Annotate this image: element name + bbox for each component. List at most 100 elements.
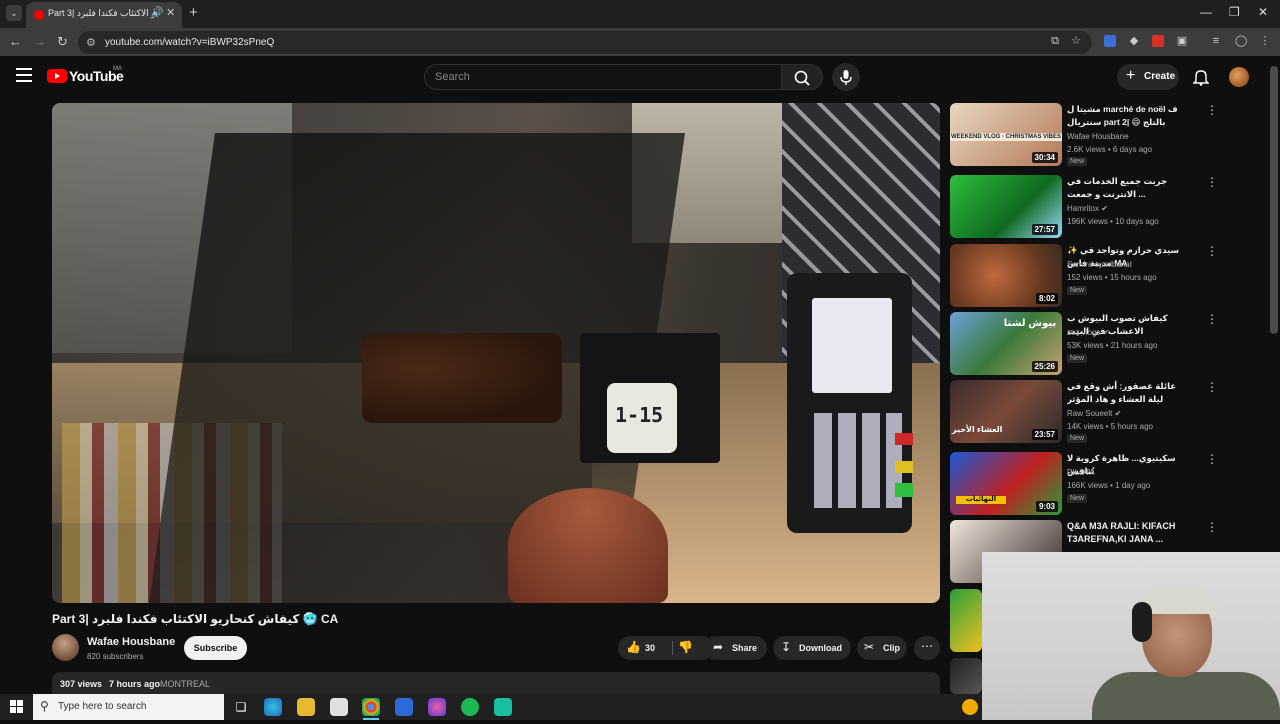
recommended-title[interactable]: جربت جميع الخدمات في الانترنت و جمعت ... — [1067, 175, 1193, 201]
video-thumbnail[interactable]: العشاء الأخير 23:57 — [950, 380, 1062, 443]
new-badge: New — [1067, 494, 1088, 503]
subscribe-button[interactable]: Subscribe — [184, 636, 247, 660]
thumbnail-banner: WEEKEND VLOG · CHRISTMAS VIBES — [950, 133, 1062, 141]
recommended-video[interactable]: العشاء الأخير 23:57 عائلة عصفور: أش وقع … — [950, 380, 1225, 446]
thumbs-down-icon[interactable]: 👎 — [678, 640, 693, 654]
translate-extension-icon[interactable] — [1104, 35, 1116, 47]
create-button[interactable]: + Create — [1117, 64, 1179, 90]
recommended-channel[interactable]: zoz vlogs ✔ — [1067, 328, 1109, 337]
microsoft-store-icon[interactable] — [330, 698, 348, 716]
browser-tab-active[interactable]: Part 3| كيفاش كنحاريو الاكتئاب فكندا فلب… — [26, 2, 182, 28]
more-vertical-icon[interactable]: ⋮ — [1206, 453, 1218, 465]
more-vertical-icon[interactable]: ⋮ — [1206, 313, 1218, 325]
video-thumbnail[interactable]: WEEKEND VLOG · CHRISTMAS VIBES 30:34 — [950, 103, 1062, 166]
taskbar-search-box[interactable]: ⚲ Type here to search — [33, 694, 224, 720]
thumbnail-banner: النهائيات — [956, 496, 1006, 504]
tab-close-icon[interactable]: ✕ — [166, 6, 175, 19]
minimize-window-button[interactable]: — — [1200, 5, 1212, 19]
messenger-icon[interactable] — [428, 698, 446, 716]
extension-red-icon[interactable] — [1152, 35, 1164, 47]
channel-avatar[interactable] — [52, 634, 79, 661]
reload-icon[interactable]: ↻ — [57, 34, 68, 50]
account-avatar[interactable] — [1229, 67, 1249, 87]
recommended-video[interactable]: 27:57 جربت جميع الخدمات في الانترنت و جم… — [950, 175, 1225, 241]
download-icon: ↧ — [781, 640, 792, 654]
recommended-video[interactable] — [950, 589, 982, 655]
video-duration: 25:26 — [1031, 361, 1058, 372]
recommended-channel[interactable]: Hamritox ✔ — [1067, 204, 1108, 213]
youtube-logo-icon[interactable] — [47, 69, 67, 83]
more-vertical-icon[interactable]: ⋮ — [1206, 381, 1218, 393]
notifications-bell-icon[interactable] — [1192, 68, 1210, 91]
video-thumbnail[interactable] — [950, 589, 982, 652]
video-thumbnail[interactable]: بيوش لشتا 25:26 — [950, 312, 1062, 375]
recommended-channel[interactable]: Samira oumlbanat — [1067, 260, 1132, 269]
browser-menu-icon[interactable]: ⋮ — [1259, 35, 1271, 47]
url-text[interactable]: youtube.com/watch?v=iBWP32sPneQ — [105, 37, 274, 48]
windows-start-icon[interactable] — [10, 700, 24, 714]
recommended-channel[interactable]: Wafae Housbane — [1067, 132, 1129, 141]
recommended-video[interactable]: 8:02 ✨ سيدي حرازم وتواجد في مدينة فاس MA… — [950, 244, 1225, 310]
bookmark-star-icon[interactable]: ☆ — [1070, 35, 1082, 47]
tab-audio-icon[interactable]: 🔊 — [151, 7, 163, 18]
webcam-overlay — [982, 552, 1280, 720]
spotify-icon[interactable] — [461, 698, 479, 716]
search-input[interactable] — [435, 69, 765, 85]
forward-arrow-icon[interactable]: → — [33, 34, 46, 49]
recommended-title[interactable]: مشيتا ل marché de noël ف سنتريال part 2|… — [1067, 103, 1193, 129]
more-actions-button[interactable]: ⋯ — [914, 636, 940, 660]
recommended-video[interactable]: WEEKEND VLOG · CHRISTMAS VIBES 30:34 مشي… — [950, 103, 1225, 169]
video-thumbnail[interactable]: 8:02 — [950, 244, 1062, 307]
more-vertical-icon[interactable]: ⋮ — [1206, 245, 1218, 257]
recommended-title[interactable]: عائلة عصفور: أش وقع في ليلة العشاء و هاد… — [1067, 380, 1193, 407]
recommended-video[interactable]: النهائيات 9:03 سكيتيوي... ظاهرة كروية لا… — [950, 452, 1225, 518]
close-window-button[interactable]: ✕ — [1258, 5, 1268, 19]
more-vertical-icon[interactable]: ⋮ — [1206, 176, 1218, 188]
video-thumbnail[interactable]: النهائيات 9:03 — [950, 452, 1062, 515]
clip-button[interactable]: ✂ Clip — [857, 636, 907, 660]
search-button[interactable] — [781, 64, 823, 90]
task-view-icon[interactable]: ❏ — [232, 698, 250, 716]
weather-tray-icon[interactable] — [962, 699, 978, 715]
share-button[interactable]: ➦ Share — [704, 636, 767, 660]
recommended-channel[interactable]: Raw Soueelt ✔ — [1067, 409, 1121, 418]
channel-name[interactable]: Wafae Housbane — [87, 636, 175, 648]
restore-window-button[interactable]: ❐ — [1229, 5, 1240, 19]
back-arrow-icon[interactable]: ← — [9, 34, 22, 49]
mail-app-icon[interactable] — [395, 698, 413, 716]
profile-icon[interactable]: ◯ — [1235, 35, 1247, 47]
install-app-icon[interactable]: ⧉ — [1049, 35, 1061, 47]
reading-list-icon[interactable]: ≡ — [1210, 35, 1222, 47]
extension-diamond-icon[interactable]: ◆ — [1128, 35, 1140, 47]
edge-browser-icon[interactable] — [264, 698, 282, 716]
menu-hamburger-icon[interactable] — [16, 68, 32, 82]
new-tab-button[interactable]: + — [189, 4, 198, 21]
video-overlay-text: 1-15 — [615, 403, 664, 427]
download-button[interactable]: ↧ Download — [773, 636, 851, 660]
more-vertical-icon[interactable]: ⋮ — [1206, 104, 1218, 116]
address-bar[interactable]: ⚙ youtube.com/watch?v=iBWP32sPneQ — [78, 31, 1092, 54]
capcut-app-icon[interactable] — [494, 698, 512, 716]
video-player[interactable]: 1-15 — [52, 103, 940, 603]
share-label: Share — [732, 643, 758, 653]
extensions-puzzle-icon[interactable]: ▣ — [1176, 35, 1188, 47]
verified-icon: ✔ — [1114, 409, 1122, 418]
video-thumbnail[interactable]: 27:57 — [950, 175, 1062, 238]
thumbs-up-icon[interactable]: 👍 — [626, 640, 641, 654]
chrome-browser-icon[interactable] — [362, 698, 380, 716]
site-info-icon[interactable]: ⚙ — [86, 36, 96, 49]
recommended-channel[interactable]: PILOTA — [1067, 468, 1095, 477]
browser-tab-strip: ⌄ Part 3| كيفاش كنحاريو الاكتئاب فكندا ف… — [0, 0, 1280, 28]
search-box[interactable] — [424, 64, 782, 90]
voice-search-button[interactable] — [832, 63, 860, 91]
video-thumbnail[interactable] — [950, 658, 982, 694]
page-scrollbar[interactable] — [1270, 66, 1278, 334]
more-vertical-icon[interactable]: ⋮ — [1206, 521, 1218, 533]
recommended-title[interactable]: Q&A M3A RAJLI: KIFACH T3AREFNA,KI JANA .… — [1067, 520, 1193, 546]
location-tag[interactable]: MONTREAL — [160, 679, 210, 689]
recommended-video[interactable]: بيوش لشتا 25:26 كيفاش تصوب البيوش ب الاع… — [950, 312, 1225, 378]
file-explorer-icon[interactable] — [297, 698, 315, 716]
description-box[interactable]: 307 views 7 hours ago MONTREAL — [52, 672, 940, 694]
tab-search-menu-button[interactable]: ⌄ — [6, 5, 22, 21]
like-count[interactable]: 30 — [645, 643, 655, 653]
